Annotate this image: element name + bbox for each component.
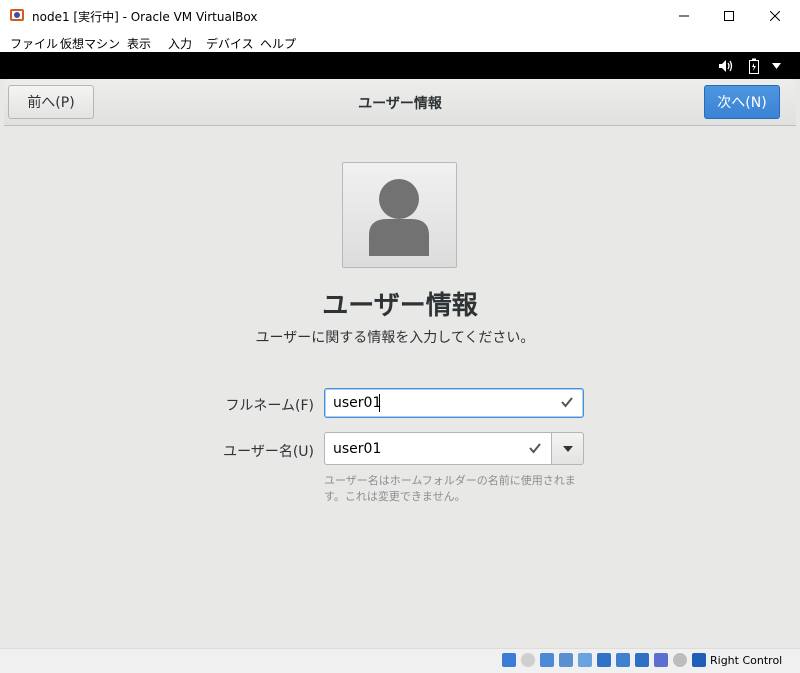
page-subtitle: ユーザーに関する情報を入力してください。 xyxy=(255,330,535,346)
pen-icon[interactable] xyxy=(578,653,592,667)
maximize-button[interactable] xyxy=(706,0,752,31)
network-icon[interactable] xyxy=(521,653,535,667)
page-title: ユーザー情報 xyxy=(322,291,478,321)
chevron-down-icon xyxy=(563,446,573,452)
maximize-icon xyxy=(724,10,734,21)
minimize-icon xyxy=(679,15,689,16)
menu-help[interactable]: ヘルプ xyxy=(260,35,296,52)
virtualbox-icon xyxy=(10,9,24,21)
window-title: node1 [実行中] - Oracle VM VirtualBox xyxy=(32,10,258,24)
next-button[interactable]: 次へ(N) xyxy=(704,85,780,119)
minimize-button[interactable] xyxy=(661,0,707,31)
download-icon[interactable] xyxy=(692,653,706,667)
text-cursor xyxy=(379,394,380,412)
username-dropdown-button[interactable] xyxy=(551,432,584,465)
close-icon xyxy=(770,10,780,21)
menu-input[interactable]: 入力 xyxy=(168,35,192,52)
volume-icon[interactable] xyxy=(718,59,734,73)
battery-icon[interactable] xyxy=(748,58,760,74)
host-key-label: Right Control xyxy=(710,654,783,667)
fullname-value: user01 xyxy=(333,395,382,411)
check-icon xyxy=(561,397,573,408)
cd-icon[interactable] xyxy=(502,653,516,667)
menu-file[interactable]: ファイル xyxy=(10,35,58,52)
guest-top-bar xyxy=(0,52,800,79)
window-title-bar: node1 [実行中] - Oracle VM VirtualBox xyxy=(0,0,800,32)
display-icon[interactable] xyxy=(597,653,611,667)
username-value: user01 xyxy=(333,441,382,457)
vbox-icon[interactable] xyxy=(654,653,668,667)
header-bar: 前へ(P) ユーザー情報 次へ(N) xyxy=(4,79,796,126)
audio-icon[interactable] xyxy=(635,653,649,667)
menu-machine[interactable]: 仮想マシン xyxy=(60,35,120,52)
fullname-input[interactable]: user01 xyxy=(324,388,584,418)
fullname-label: フルネーム(F) xyxy=(225,398,314,414)
check-icon xyxy=(529,443,541,454)
user-avatar-icon xyxy=(369,179,429,256)
avatar-button[interactable] xyxy=(342,162,457,268)
close-button[interactable] xyxy=(752,0,798,31)
shared-folder-icon[interactable] xyxy=(559,653,573,667)
menu-devices[interactable]: デバイス xyxy=(206,35,254,52)
system-menu-arrow-icon[interactable] xyxy=(772,63,781,69)
header-title: ユーザー情報 xyxy=(358,96,442,112)
status-bar: Right Control xyxy=(0,648,800,673)
usb-icon[interactable] xyxy=(540,653,554,667)
menu-view[interactable]: 表示 xyxy=(127,35,151,52)
menu-bar: ファイル 仮想マシン 表示 入力 デバイス ヘルプ xyxy=(0,31,800,52)
username-input[interactable]: user01 xyxy=(324,432,552,465)
username-hint: ユーザー名はホームフォルダーの名前に使用されます。これは変更できません。 xyxy=(324,474,576,503)
mouse-icon[interactable] xyxy=(673,653,687,667)
recording-icon[interactable] xyxy=(616,653,630,667)
username-label: ユーザー名(U) xyxy=(223,444,314,460)
